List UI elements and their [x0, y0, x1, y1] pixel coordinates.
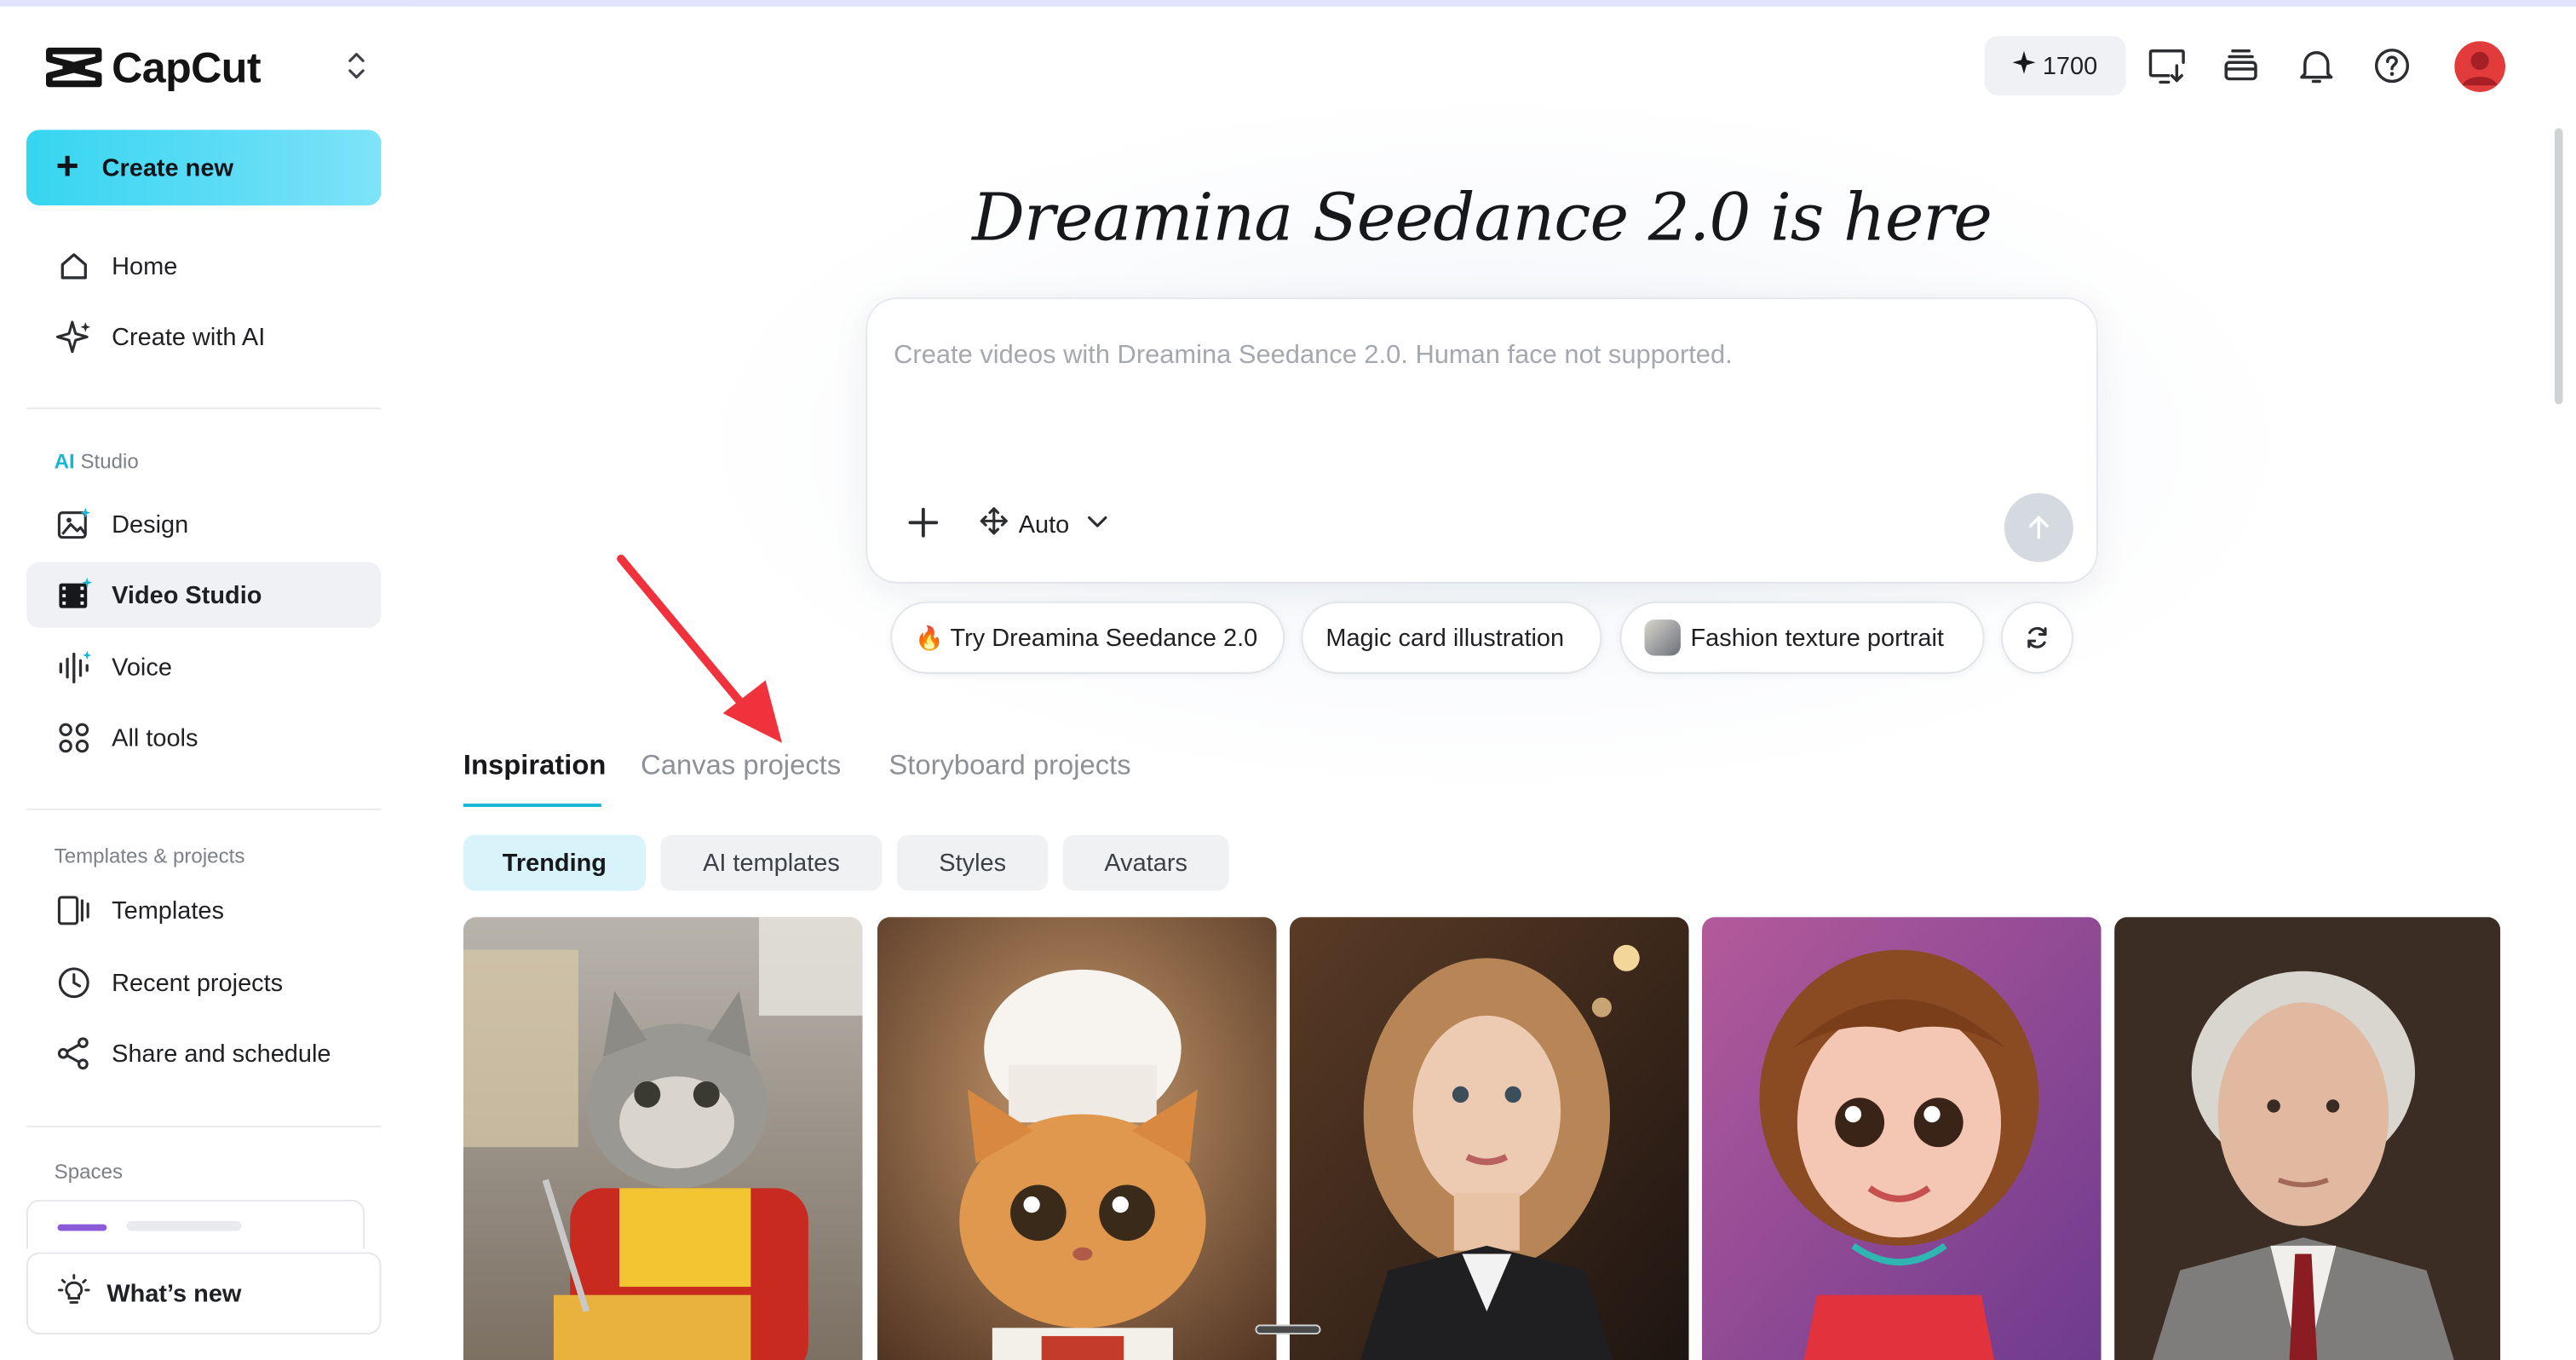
film-icon [56, 577, 92, 613]
template-icon [56, 892, 92, 928]
sidebar: CapCut + Create new Home Create with AI … [0, 6, 408, 1360]
hero-title: Dreamina Seedance 2.0 is here [972, 181, 1992, 256]
help-icon[interactable] [2369, 43, 2415, 89]
credits-count: 1700 [2042, 51, 2098, 80]
lightbulb-icon [57, 1273, 90, 1314]
fire-icon: 🔥 [915, 623, 944, 650]
home-icon [56, 248, 92, 284]
capcut-logo-icon [45, 47, 102, 88]
sidebar-item-video-studio[interactable]: Video Studio [26, 562, 382, 628]
filter-avatars[interactable]: Avatars [1062, 834, 1229, 891]
space-color-swatch [57, 1224, 107, 1231]
share-icon [56, 1035, 92, 1071]
app-window: CapCut + Create new Home Create with AI … [0, 0, 2576, 1360]
image-edit-icon [56, 506, 92, 542]
sidebar-item-label: Templates [112, 896, 225, 925]
sidebar-item-all-tools[interactable]: All tools [26, 705, 382, 770]
add-attachment-button[interactable] [904, 503, 943, 542]
create-new-label: Create new [101, 153, 233, 182]
suggestion-chip-magic-card[interactable]: Magic card illustration [1302, 602, 1601, 672]
sidebar-item-label: Recent projects [112, 968, 284, 997]
sidebar-divider [26, 1126, 382, 1127]
bell-icon[interactable] [2293, 43, 2339, 89]
filter-styles[interactable]: Styles [896, 834, 1049, 891]
sidebar-item-home[interactable]: Home [26, 233, 382, 299]
sidebar-item-label: All tools [112, 723, 198, 752]
sidebar-item-recent-projects[interactable]: Recent projects [26, 950, 382, 1016]
page-scrollbar[interactable] [2554, 128, 2563, 405]
gallery-card-cartoon-girl[interactable] [1701, 917, 2102, 1360]
prompt-input[interactable]: Create videos with Dreamina Seedance 2.0… [894, 342, 1733, 372]
ai-studio-section-title: AI Studio [55, 450, 139, 473]
send-button[interactable] [2004, 493, 2073, 562]
whats-new-label: What’s new [106, 1279, 242, 1308]
sidebar-item-design[interactable]: Design [26, 492, 382, 557]
templates-projects-section-title: Templates & projects [54, 844, 245, 868]
credits-badge[interactable]: 1700 [1984, 36, 2126, 95]
annotation-arrow-icon [617, 554, 782, 743]
brand-name: CapCut [112, 42, 261, 92]
ai-studio-title-prefix: AI [54, 450, 75, 474]
sidebar-item-label: Design [112, 510, 189, 539]
clock-icon [56, 965, 92, 1000]
whats-new-button[interactable]: What’s new [26, 1252, 382, 1334]
gallery-card-woman-portrait[interactable] [1289, 917, 1689, 1360]
space-name-placeholder [126, 1220, 242, 1231]
tab-storyboard-projects[interactable]: Storyboard projects [888, 749, 1130, 782]
prompt-box: Create videos with Dreamina Seedance 2.0… [867, 298, 2096, 582]
tab-inspiration[interactable]: Inspiration [463, 749, 607, 782]
suggestion-chip-label: Fashion texture portrait [1690, 623, 1944, 652]
sidebar-divider [26, 808, 382, 810]
active-tab-indicator [463, 804, 601, 807]
suggestion-chip-label: Try Dreamina Seedance 2.0 [950, 623, 1258, 652]
create-new-button[interactable]: + Create new [26, 130, 382, 206]
waveform-icon [56, 649, 92, 685]
plus-icon: + [55, 144, 79, 189]
sidebar-item-label: Home [112, 252, 178, 280]
download-desktop-icon[interactable] [2144, 43, 2190, 89]
sidebar-item-label: Create with AI [112, 322, 266, 351]
gallery-card-cat-fastfood[interactable]: M [463, 917, 863, 1360]
gallery-card-elderly-man[interactable] [2114, 917, 2501, 1360]
sidebar-item-label: Video Studio [112, 580, 262, 609]
top-accent-strip [0, 0, 2576, 7]
carousel-drag-handle[interactable] [1255, 1324, 1321, 1334]
sidebar-item-share-schedule[interactable]: Share and schedule [26, 1021, 382, 1086]
filter-ai-templates[interactable]: AI templates [660, 834, 883, 891]
space-card[interactable] [26, 1199, 365, 1249]
brand-logo[interactable]: CapCut [45, 39, 375, 95]
suggestion-thumbnail [1644, 619, 1681, 656]
avatar[interactable] [2454, 41, 2506, 92]
sparkle-icon [55, 319, 92, 354]
gallery-card-chef-cat[interactable] [877, 917, 1277, 1360]
stack-icon[interactable] [2218, 43, 2264, 89]
mode-select[interactable]: Auto [979, 503, 1108, 545]
suggestion-chip-fashion-portrait[interactable]: Fashion texture portrait [1621, 602, 1983, 672]
spaces-section-title: Spaces [54, 1160, 124, 1184]
chevron-down-icon [1086, 509, 1109, 540]
refresh-suggestions-button[interactable] [2002, 602, 2072, 672]
ai-studio-title-rest: Studio [74, 450, 139, 474]
sidebar-item-create-with-ai[interactable]: Create with AI [26, 304, 382, 370]
move-arrows-icon [979, 505, 1009, 543]
sparkle-icon [2013, 49, 2037, 82]
sidebar-item-voice[interactable]: Voice [26, 634, 382, 700]
arrow-up-icon [2028, 516, 2049, 539]
sidebar-divider [26, 407, 382, 410]
sidebar-item-templates[interactable]: Templates [26, 878, 382, 943]
workspace-switch-icon[interactable] [342, 48, 371, 84]
refresh-icon [2027, 626, 2047, 648]
sidebar-item-label: Voice [112, 653, 172, 682]
sidebar-item-label: Share and schedule [112, 1039, 331, 1068]
mode-select-label: Auto [1018, 510, 1070, 539]
suggestion-chip-label: Magic card illustration [1325, 623, 1565, 652]
suggestion-chip-try-seedance[interactable]: 🔥 Try Dreamina Seedance 2.0 [892, 602, 1284, 672]
svg-text:M: M [672, 1227, 708, 1275]
grid-icon [56, 720, 92, 756]
filter-trending[interactable]: Trending [463, 834, 646, 891]
